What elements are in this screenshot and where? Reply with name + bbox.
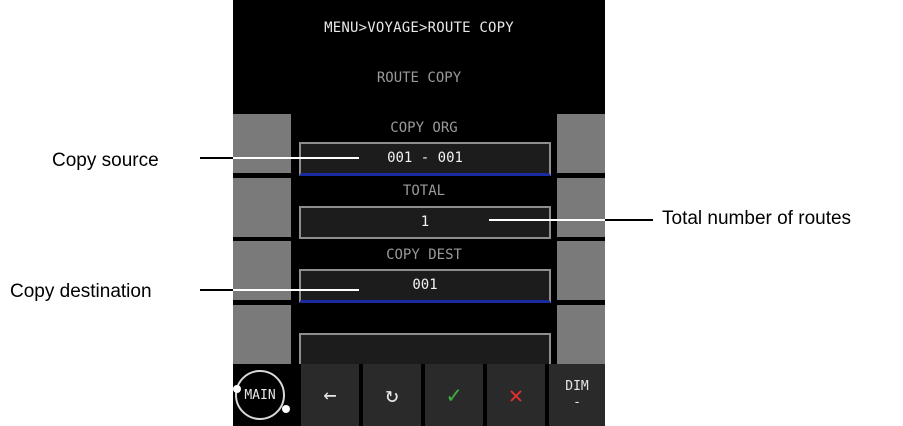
right-soft-key-4[interactable] bbox=[557, 305, 605, 364]
right-soft-key-2[interactable] bbox=[557, 178, 605, 237]
left-soft-key-1[interactable] bbox=[233, 114, 291, 173]
copy-dest-label: COPY DEST bbox=[386, 247, 462, 263]
copy-org-field[interactable]: 001 - 001 bbox=[299, 142, 551, 176]
back-button[interactable]: ← bbox=[301, 364, 359, 426]
arrow-left-icon: ← bbox=[323, 382, 337, 408]
leader-line-copy-destination bbox=[200, 289, 233, 291]
main-indicator-dot-left bbox=[233, 385, 241, 393]
reset-button[interactable]: ↻ bbox=[363, 364, 421, 426]
main-button-label: MAIN bbox=[244, 387, 276, 403]
leader-line-copy-source bbox=[200, 157, 233, 159]
confirm-button[interactable]: ✓ bbox=[425, 364, 483, 426]
empty-field bbox=[299, 333, 551, 366]
leader-line-total-routes bbox=[605, 219, 653, 221]
leader-line-copy-source-inner bbox=[233, 157, 359, 159]
left-soft-key-3[interactable] bbox=[233, 241, 291, 300]
bottom-toolbar: MAIN ← ↻ ✓ ✕ DIM - bbox=[233, 364, 605, 426]
callout-copy-destination: Copy destination bbox=[10, 281, 152, 302]
left-soft-key-2[interactable] bbox=[233, 178, 291, 237]
leader-line-total-routes-inner bbox=[489, 219, 605, 221]
right-soft-key-1[interactable] bbox=[557, 114, 605, 173]
callout-copy-source: Copy source bbox=[52, 150, 159, 171]
left-soft-key-4[interactable] bbox=[233, 305, 291, 364]
total-label: TOTAL bbox=[402, 183, 446, 199]
main-indicator-dot-right bbox=[282, 405, 290, 413]
right-soft-key-3[interactable] bbox=[557, 241, 605, 300]
main-button[interactable]: MAIN bbox=[235, 370, 285, 420]
checkmark-icon: ✓ bbox=[446, 381, 462, 409]
cancel-button[interactable]: ✕ bbox=[487, 364, 545, 426]
copy-dest-field[interactable]: 001 bbox=[299, 269, 551, 303]
callout-total-routes: Total number of routes bbox=[662, 208, 852, 229]
refresh-icon: ↻ bbox=[385, 382, 399, 408]
copy-org-label: COPY ORG bbox=[390, 120, 458, 136]
dim-label: DIM bbox=[565, 379, 589, 394]
page-title: ROUTE COPY bbox=[376, 70, 462, 86]
close-icon: ✕ bbox=[508, 381, 524, 409]
dim-button[interactable]: DIM - bbox=[549, 364, 605, 426]
leader-line-copy-destination-inner bbox=[233, 289, 359, 291]
total-field: 1 bbox=[299, 206, 551, 239]
breadcrumb: MENU>VOYAGE>ROUTE COPY bbox=[324, 20, 514, 36]
device-screen: MENU>VOYAGE>ROUTE COPY ROUTE COPY COPY O… bbox=[233, 0, 605, 426]
dim-value: - bbox=[573, 395, 581, 410]
